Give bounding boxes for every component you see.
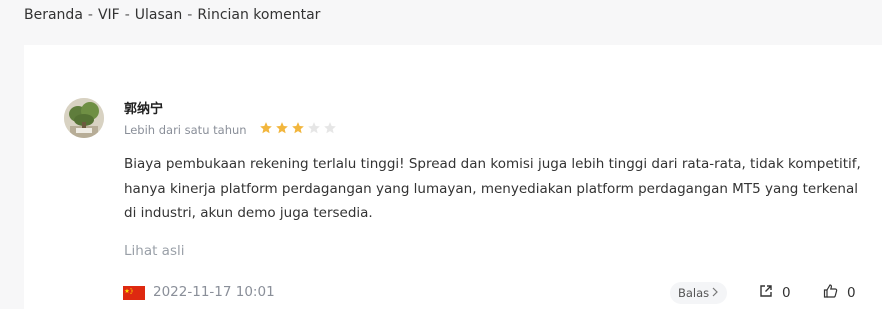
- thumbs-up-icon: [823, 283, 838, 302]
- breadcrumb-current: Rincian komentar: [197, 7, 321, 23]
- share-icon: [759, 283, 773, 302]
- star-empty-icon: [308, 122, 320, 134]
- like-count: 0: [847, 284, 856, 301]
- star-rating: [259, 121, 337, 135]
- username[interactable]: 郭纳宁: [124, 98, 163, 117]
- reply-label: Balas: [678, 286, 710, 300]
- star-filled-icon: [276, 122, 288, 134]
- breadcrumb-home[interactable]: Beranda: [24, 7, 83, 23]
- star-filled-icon: [260, 122, 272, 134]
- review-datetime: 2022-11-17 10:01: [153, 284, 275, 300]
- share-count: 0: [782, 284, 791, 301]
- reply-button[interactable]: Balas: [670, 282, 728, 304]
- review-time-ago: Lebih dari satu tahun: [124, 123, 247, 137]
- star-filled-icon: [292, 122, 304, 134]
- review-card: 郭纳宁 Lebih dari satu tahun Biaya pembukaa…: [24, 45, 882, 309]
- breadcrumb-separator: -: [87, 7, 93, 23]
- like-button[interactable]: 0: [823, 283, 856, 302]
- chevron-right-icon: [711, 286, 719, 300]
- breadcrumb-broker[interactable]: VIF: [98, 7, 120, 23]
- avatar[interactable]: [64, 98, 104, 138]
- breadcrumb-separator: -: [187, 7, 193, 23]
- china-flag-icon: [123, 286, 145, 300]
- review-comment: Biaya pembukaan rekening terlalu tinggi!…: [124, 156, 861, 221]
- breadcrumb-separator: -: [124, 7, 130, 23]
- breadcrumb: Beranda - VIF - Ulasan - Rincian komentar: [24, 7, 320, 23]
- share-button[interactable]: 0: [759, 283, 791, 302]
- view-original-link[interactable]: Lihat asli: [124, 243, 185, 259]
- star-empty-icon: [324, 122, 336, 134]
- breadcrumb-reviews[interactable]: Ulasan: [135, 7, 182, 23]
